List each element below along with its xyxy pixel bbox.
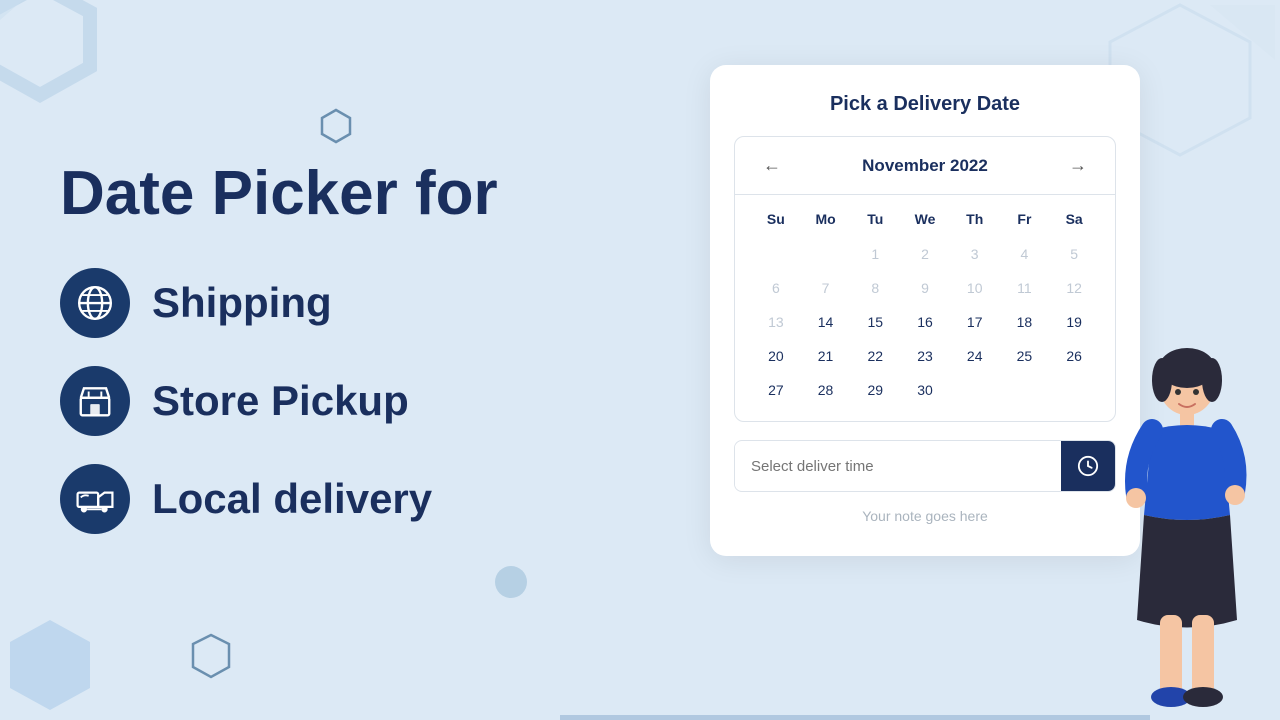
table-row[interactable]: 25 <box>1000 341 1050 371</box>
left-panel: Date Picker for Shipping <box>60 160 580 534</box>
card-title: Pick a Delivery Date <box>734 93 1116 116</box>
weekday-mo: Mo <box>801 205 851 233</box>
feature-list: Shipping Store Pickup <box>60 268 580 534</box>
globe-icon <box>76 284 114 322</box>
table-row[interactable]: 20 <box>751 341 801 371</box>
table-row[interactable]: 16 <box>900 307 950 337</box>
person-illustration <box>1122 330 1252 720</box>
calendar-widget: ← November 2022 → Su Mo Tu We Th Fr Sa 1… <box>734 136 1116 422</box>
delivery-truck-icon <box>76 480 114 518</box>
table-row: 4 <box>1000 239 1050 269</box>
table-row[interactable]: 17 <box>950 307 1000 337</box>
main-title: Date Picker for <box>60 160 580 228</box>
table-row: 10 <box>950 273 1000 303</box>
table-row[interactable]: 18 <box>1000 307 1050 337</box>
weekday-tu: Tu <box>850 205 900 233</box>
delivery-icon-circle <box>60 464 130 534</box>
days-grid: 1234567891011121314151617181920212223242… <box>751 239 1099 405</box>
note-text: Your note goes here <box>734 508 1116 524</box>
deco-bottom-strip <box>560 715 1150 720</box>
table-row: 6 <box>751 273 801 303</box>
table-row: 5 <box>1049 239 1099 269</box>
table-row[interactable]: 19 <box>1049 307 1099 337</box>
calendar-grid: Su Mo Tu We Th Fr Sa 1234567891011121314… <box>735 195 1115 421</box>
weekday-fr: Fr <box>1000 205 1050 233</box>
deco-hex-bottom-left <box>190 632 232 680</box>
feature-item-shipping: Shipping <box>60 268 580 338</box>
feature-item-local-delivery: Local delivery <box>60 464 580 534</box>
table-row: 13 <box>751 307 801 337</box>
prev-month-button[interactable]: ← <box>755 151 789 180</box>
weekdays-row: Su Mo Tu We Th Fr Sa <box>751 205 1099 233</box>
feature-item-store-pickup: Store Pickup <box>60 366 580 436</box>
table-row: 8 <box>850 273 900 303</box>
table-row: 1 <box>850 239 900 269</box>
local-delivery-label: Local delivery <box>152 475 432 523</box>
table-row[interactable]: 14 <box>801 307 851 337</box>
table-row: 3 <box>950 239 1000 269</box>
table-row[interactable]: 30 <box>900 375 950 405</box>
month-title: November 2022 <box>862 156 988 176</box>
time-picker-button[interactable] <box>1061 441 1115 491</box>
deco-hex-mid-left <box>320 108 352 144</box>
calendar-header: ← November 2022 → <box>735 137 1115 195</box>
time-input[interactable] <box>735 444 1061 489</box>
weekday-su: Su <box>751 205 801 233</box>
table-row[interactable]: 28 <box>801 375 851 405</box>
shipping-icon-circle <box>60 268 130 338</box>
weekday-we: We <box>900 205 950 233</box>
table-row: 9 <box>900 273 950 303</box>
table-row[interactable]: 26 <box>1049 341 1099 371</box>
clock-icon <box>1077 455 1099 477</box>
next-month-button[interactable]: → <box>1061 151 1095 180</box>
store-pickup-label: Store Pickup <box>152 377 409 425</box>
calendar-card: Pick a Delivery Date ← November 2022 → S… <box>710 65 1140 556</box>
table-row[interactable]: 21 <box>801 341 851 371</box>
table-row[interactable]: 24 <box>950 341 1000 371</box>
store-icon-circle <box>60 366 130 436</box>
table-row[interactable]: 23 <box>900 341 950 371</box>
weekday-sa: Sa <box>1049 205 1099 233</box>
table-row: 7 <box>801 273 851 303</box>
table-row[interactable]: 27 <box>751 375 801 405</box>
store-icon <box>76 382 114 420</box>
deco-hex-bottom-left-fill <box>0 610 100 720</box>
time-picker-row[interactable] <box>734 440 1116 492</box>
weekday-th: Th <box>950 205 1000 233</box>
table-row: 12 <box>1049 273 1099 303</box>
table-row: 2 <box>900 239 950 269</box>
deco-hex-top-left <box>0 0 100 120</box>
table-row: 11 <box>1000 273 1050 303</box>
table-row[interactable]: 22 <box>850 341 900 371</box>
deco-circle-bottom <box>493 564 529 600</box>
table-row[interactable]: 29 <box>850 375 900 405</box>
shipping-label: Shipping <box>152 279 332 327</box>
table-row[interactable]: 15 <box>850 307 900 337</box>
